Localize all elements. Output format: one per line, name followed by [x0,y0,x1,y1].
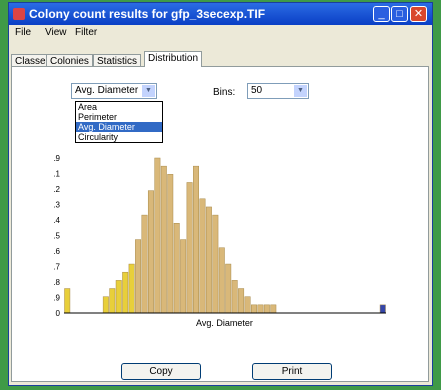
histogram-bar [212,214,219,314]
app-window: Colony count results for gfp_3secexp.TIF… [8,2,433,386]
histogram-bar [193,165,199,314]
y-tick-label: 15.2 [54,185,61,194]
histogram-bar [147,190,154,314]
histogram-bar [64,288,71,314]
histogram-bar [270,304,277,314]
option-avg-diameter[interactable]: Avg. Diameter [76,122,162,132]
histogram-bar [231,280,238,314]
y-tick-label: 7.6 [54,247,61,256]
histogram-bar [257,304,264,314]
histogram-bar [238,288,245,314]
chevron-down-icon[interactable]: ▼ [294,85,307,97]
y-tick-label: 5.7 [54,263,61,272]
option-circularity[interactable]: Circularity [76,132,162,142]
histogram-bar [186,182,193,314]
close-button[interactable]: ✕ [410,6,427,22]
histogram-bar [160,165,167,314]
x-axis-label: Avg. Diameter [196,318,253,328]
chevron-down-icon[interactable]: ▼ [142,85,155,97]
histogram-bar [244,296,251,314]
y-tick-label: 9.5 [54,232,61,241]
histogram-bar [141,214,148,314]
y-tick-label: 13.3 [54,201,61,210]
histogram-bar [199,198,206,314]
metric-select-value: Avg. Diameter [75,85,139,96]
histogram-bar [251,304,257,314]
option-perimeter[interactable]: Perimeter [76,112,162,122]
histogram-bar [180,239,187,314]
histogram-bar [218,247,225,314]
histogram-bar [102,296,109,314]
window-title: Colony count results for gfp_3secexp.TIF [29,7,266,21]
y-tick-label: 0 [56,309,61,318]
histogram-bar [115,280,122,314]
histogram-bar [154,157,161,314]
app-icon [13,8,25,20]
histogram-bar [109,288,116,314]
menu-file[interactable]: File [15,27,31,38]
menu-view[interactable]: View [45,27,67,38]
histogram-bar [167,174,174,314]
maximize-button[interactable]: □ [391,6,408,22]
histogram-bar [263,304,270,314]
histogram-bar [225,263,232,314]
bins-select[interactable]: 50 ▼ [247,83,309,99]
histogram-bar [128,263,135,314]
histogram-bar [122,271,129,314]
bins-select-value: 50 [251,85,263,96]
metric-dropdown-list: Area Perimeter Avg. Diameter Circularity [75,101,163,143]
histogram-bar [135,239,142,314]
histogram-bar [205,206,212,314]
histogram-bar [379,304,386,314]
y-tick-label: 19 [54,154,61,163]
y-tick-label: 11.4 [54,216,61,225]
tab-distribution[interactable]: Distribution [144,51,203,67]
menu-filter[interactable]: Filter [75,27,97,38]
copy-button[interactable]: Copy [121,363,201,380]
minimize-button[interactable]: _ [373,6,390,22]
y-tick-label: 17.1 [54,170,61,179]
menu-bar: File View Filter [9,25,432,41]
title-bar[interactable]: Colony count results for gfp_3secexp.TIF… [9,3,432,25]
y-tick-label: 3.8 [54,278,61,287]
metric-select[interactable]: Avg. Diameter ▼ [71,83,157,99]
print-button[interactable]: Print [252,363,332,380]
bins-label: Bins: [213,87,236,98]
histogram-bar [173,223,180,314]
y-tick-label: 1.9 [54,294,61,303]
option-area[interactable]: Area [76,102,162,112]
